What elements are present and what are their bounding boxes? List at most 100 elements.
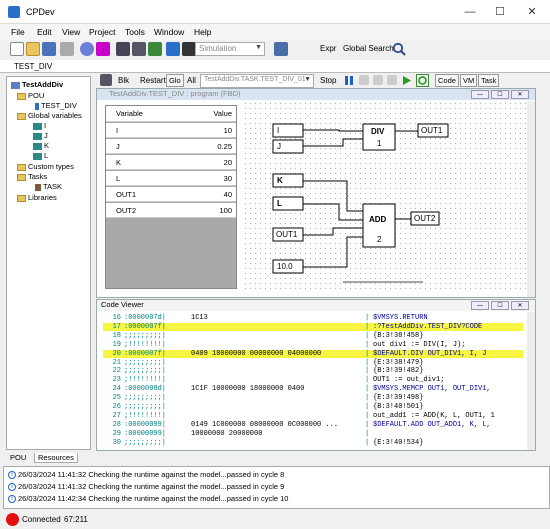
compile-icon[interactable] bbox=[80, 42, 94, 56]
line-number: 21 bbox=[112, 358, 121, 367]
table-row[interactable]: L 30 bbox=[106, 171, 236, 186]
tab-pou[interactable]: POU bbox=[10, 453, 26, 462]
code-separator: | bbox=[365, 411, 370, 420]
line-number: 18 bbox=[112, 331, 121, 340]
mode-select[interactable]: Simulation ▼ bbox=[195, 42, 265, 56]
tree-libraries[interactable]: Libraries bbox=[17, 193, 57, 202]
var-value: 40 bbox=[223, 190, 232, 199]
code-button[interactable]: Code bbox=[435, 74, 459, 87]
play-icon[interactable] bbox=[402, 75, 412, 86]
tree-pou[interactable]: POU bbox=[17, 91, 44, 100]
menu-file[interactable]: File bbox=[11, 27, 25, 37]
table-row[interactable]: OUT2 100 bbox=[106, 203, 236, 218]
open-folder-icon[interactable] bbox=[26, 42, 40, 56]
task-select[interactable]: TestAddDiv.TASK.TEST_DIV_01 ▼ bbox=[200, 74, 314, 88]
connect-icon[interactable] bbox=[274, 42, 288, 56]
download-icon[interactable] bbox=[148, 42, 162, 56]
refresh-icon[interactable] bbox=[416, 74, 429, 87]
minimize-button[interactable]: — bbox=[462, 4, 478, 20]
print-icon[interactable] bbox=[60, 42, 74, 56]
tree-custom-types[interactable]: Custom types bbox=[17, 162, 74, 171]
tree-tasks[interactable]: Tasks bbox=[17, 172, 47, 181]
table-row[interactable]: J 0.25 bbox=[106, 139, 236, 154]
search-icon[interactable] bbox=[392, 42, 406, 56]
tree-custom-types-label: Custom types bbox=[28, 162, 74, 171]
fbd-const-label: 10.0 bbox=[277, 262, 293, 271]
table-row[interactable]: K 20 bbox=[106, 155, 236, 170]
code-address: ;;;;;;;;;| bbox=[124, 358, 167, 367]
tab-test-div[interactable]: TEST_DIV bbox=[14, 62, 52, 71]
global-search-button[interactable]: Global Search bbox=[343, 44, 394, 53]
line-number: 27 bbox=[112, 411, 121, 420]
run-icon[interactable] bbox=[182, 42, 196, 56]
code-maximize-button[interactable]: ☐ bbox=[491, 301, 509, 310]
tree-root[interactable]: TestAddDiv bbox=[11, 80, 63, 89]
tool-icon[interactable] bbox=[100, 74, 112, 86]
variable-icon bbox=[33, 132, 42, 140]
maximize-button[interactable]: ☐ bbox=[492, 4, 508, 20]
table-row[interactable]: OUT1 40 bbox=[106, 187, 236, 202]
wire-i-div bbox=[303, 129, 363, 132]
tree-var-i[interactable]: I bbox=[33, 121, 46, 130]
code-line: 22 ;;;;;;;;;| | {B:3!39!482} bbox=[103, 367, 523, 375]
tree-global-variables[interactable]: Global variables bbox=[17, 111, 82, 120]
save-icon[interactable] bbox=[42, 42, 56, 56]
wire-const-add bbox=[303, 236, 363, 268]
menu-tools[interactable]: Tools bbox=[125, 27, 145, 37]
new-file-icon[interactable] bbox=[10, 42, 24, 56]
menu-window[interactable]: Window bbox=[154, 27, 184, 37]
step-out-icon[interactable] bbox=[387, 75, 397, 85]
fbd-j-label: J bbox=[277, 142, 281, 151]
task-button[interactable]: Task bbox=[478, 74, 500, 87]
step-icon[interactable] bbox=[359, 75, 369, 85]
tree-var-j[interactable]: J bbox=[33, 131, 48, 140]
stop-button[interactable]: Stop bbox=[320, 76, 336, 85]
code-source: $DEFAULT.ADD OUT_ADD1, K, L, bbox=[373, 420, 491, 429]
menu-edit[interactable]: Edit bbox=[37, 27, 52, 37]
project-tree: TestAddDiv POU TEST_DIV Global variables… bbox=[6, 76, 91, 450]
tree-var-label: K bbox=[44, 141, 50, 150]
wire-out1-add bbox=[303, 227, 363, 236]
restart-button[interactable]: Restart bbox=[140, 76, 166, 85]
blk-button[interactable]: Blk bbox=[118, 76, 129, 85]
vm-button[interactable]: VM bbox=[460, 74, 478, 87]
tree-var-l[interactable]: L bbox=[33, 151, 48, 160]
wire-l-add bbox=[303, 203, 363, 221]
fbd-out1-label: OUT1 bbox=[421, 126, 443, 135]
code-line: 24:0000008d| 1C1F 10000000 18000000 0400 |… bbox=[103, 385, 523, 393]
stop-square-icon[interactable] bbox=[96, 42, 110, 56]
pause-icon[interactable] bbox=[344, 75, 354, 86]
build-icon[interactable] bbox=[116, 42, 130, 56]
var-value: 0.25 bbox=[217, 142, 232, 151]
tree-pou-test-div[interactable]: TEST_DIV bbox=[35, 101, 77, 110]
all-button[interactable]: All bbox=[187, 76, 196, 85]
col-variable: Variable bbox=[116, 109, 143, 118]
glo-button[interactable]: Glo bbox=[166, 74, 184, 87]
fbd-vertical-scrollbar[interactable] bbox=[527, 101, 535, 297]
tree-pou-label: POU bbox=[28, 91, 45, 100]
step-over-icon[interactable] bbox=[373, 75, 383, 85]
tree-var-k[interactable]: K bbox=[33, 141, 49, 150]
table-row[interactable]: I 10 bbox=[106, 123, 236, 138]
code-minimize-button[interactable]: — bbox=[471, 301, 489, 310]
log-text: 26/03/2024 11:42:34 Checking the runtime… bbox=[18, 494, 289, 503]
network-icon[interactable] bbox=[132, 42, 146, 56]
code-close-button[interactable]: ✕ bbox=[511, 301, 529, 310]
code-vertical-scrollbar[interactable] bbox=[527, 312, 535, 450]
var-name: OUT1 bbox=[116, 190, 137, 199]
menu-view[interactable]: View bbox=[62, 27, 80, 37]
tree-var-label: L bbox=[44, 151, 49, 160]
chevron-down-icon: ▼ bbox=[255, 44, 262, 51]
program-close-button[interactable]: ✕ bbox=[511, 90, 529, 99]
expr-button[interactable]: Expr bbox=[320, 44, 336, 53]
menu-project[interactable]: Project bbox=[89, 27, 115, 37]
simulation-icon[interactable] bbox=[166, 42, 180, 56]
tab-resources[interactable]: Resources bbox=[34, 453, 78, 463]
close-button[interactable]: ✕ bbox=[524, 4, 540, 20]
menu-help[interactable]: Help bbox=[194, 27, 211, 37]
info-icon: i bbox=[8, 471, 16, 480]
fbd-canvas[interactable]: I J DIV 1 OUT1 K L ADD 2 OUT2 OUT1 10.0 bbox=[243, 101, 535, 289]
program-maximize-button[interactable]: ☐ bbox=[491, 90, 509, 99]
program-minimize-button[interactable]: — bbox=[471, 90, 489, 99]
tree-task[interactable]: TASK bbox=[35, 182, 62, 191]
